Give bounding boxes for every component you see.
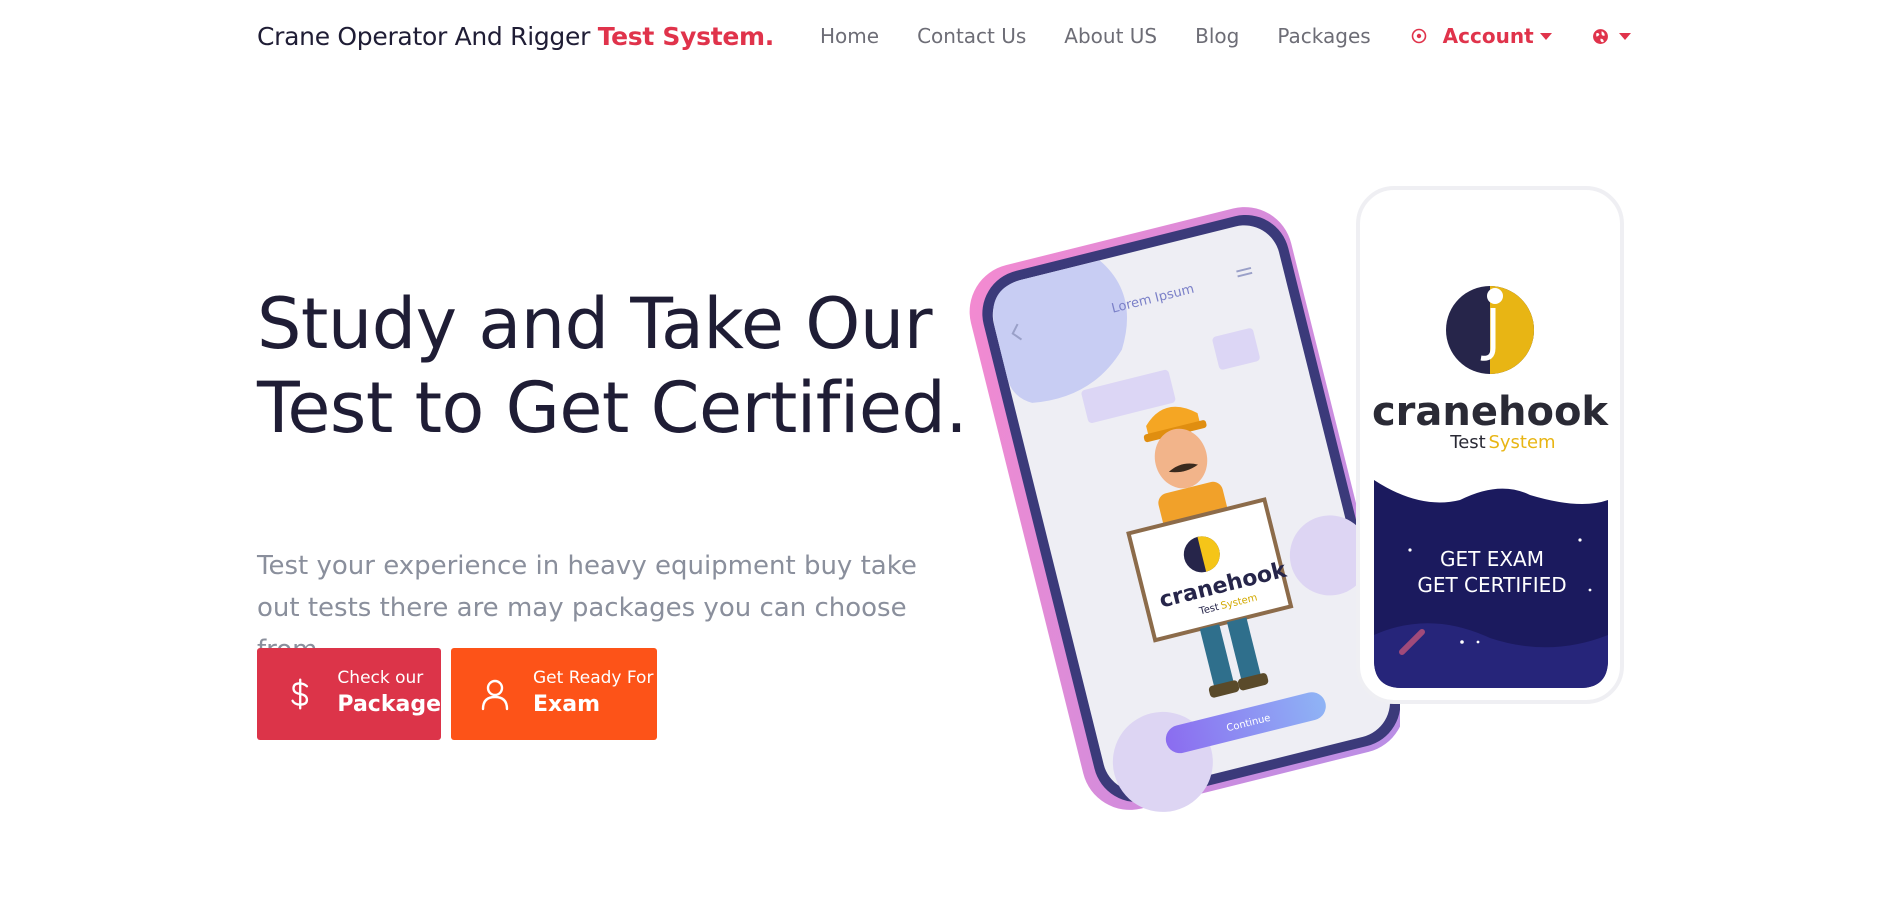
exam-button-small: Get Ready For bbox=[533, 668, 654, 688]
hero-illustration: Lorem Ipsum cranehook Test System Contin… bbox=[960, 170, 1660, 812]
right-line-get-exam: GET EXAM bbox=[1440, 547, 1544, 571]
nav-home[interactable]: Home bbox=[820, 24, 879, 48]
package-button-big: Package bbox=[337, 692, 441, 717]
brand-prefix: Crane Operator And Rigger bbox=[257, 22, 598, 51]
chevron-down-icon bbox=[1618, 32, 1631, 40]
nav-about-us[interactable]: About US bbox=[1064, 24, 1157, 48]
phone-mockup-left: Lorem Ipsum cranehook Test System Contin… bbox=[969, 207, 1400, 812]
dollar-icon bbox=[291, 678, 309, 710]
hero-title: Study and Take Our Test to Get Certified… bbox=[257, 283, 968, 449]
exam-button-big: Exam bbox=[533, 692, 600, 717]
main-nav: Home Contact Us About US Blog Packages A… bbox=[820, 24, 1631, 48]
language-dropdown[interactable] bbox=[1592, 28, 1631, 45]
account-dropdown[interactable]: Account bbox=[1411, 24, 1552, 48]
globe-icon bbox=[1592, 28, 1608, 44]
package-button-small: Check our bbox=[337, 668, 424, 688]
target-icon bbox=[1411, 28, 1426, 44]
check-package-button[interactable]: Check our Package bbox=[257, 648, 441, 740]
navbar: Crane Operator And Rigger Test System. H… bbox=[0, 0, 1898, 76]
right-logo-sub-a: Test bbox=[1449, 432, 1485, 453]
user-icon bbox=[481, 679, 509, 711]
brand-accent: Test System. bbox=[597, 22, 775, 51]
right-logo-sub-b: System bbox=[1488, 432, 1555, 453]
brand-logo[interactable]: Crane Operator And Rigger Test System. bbox=[257, 22, 774, 51]
nav-contact-us[interactable]: Contact Us bbox=[917, 24, 1026, 48]
nav-blog[interactable]: Blog bbox=[1195, 24, 1239, 48]
right-logo-name: cranehook bbox=[1372, 389, 1609, 435]
chevron-down-icon bbox=[1539, 32, 1552, 40]
account-label: Account bbox=[1442, 24, 1534, 48]
phone-mockup-right: cranehook Test System GET EXAM GET CERTI… bbox=[1356, 186, 1624, 704]
get-ready-exam-button[interactable]: Get Ready For Exam bbox=[451, 648, 657, 740]
right-line-get-certified: GET CERTIFIED bbox=[1417, 573, 1566, 597]
nav-packages[interactable]: Packages bbox=[1277, 24, 1370, 48]
